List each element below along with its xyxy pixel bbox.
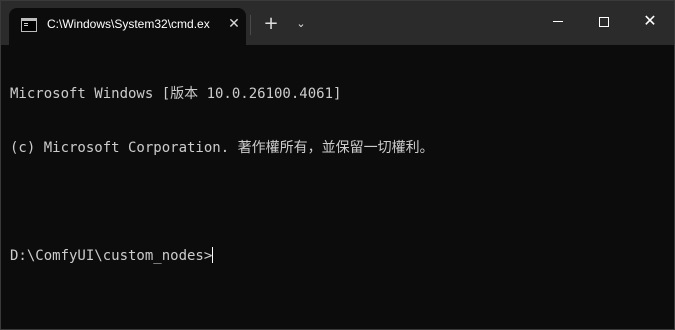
close-window-button[interactable]: ✕	[627, 1, 673, 43]
tab-cmd[interactable]: C:\Windows\System32\cmd.exe ✕	[9, 8, 246, 45]
title-bar[interactable]: C:\Windows\System32\cmd.exe ✕ + ⌄ ✕	[1, 1, 674, 45]
tab-title: C:\Windows\System32\cmd.exe	[47, 17, 210, 31]
command-prompt-icon	[21, 18, 37, 32]
console-line-copyright: (c) Microsoft Corporation. 著作權所有，並保留一切權利…	[10, 140, 434, 156]
minimize-icon	[553, 21, 563, 22]
console-output[interactable]: Microsoft Windows [版本 10.0.26100.4061] (…	[10, 49, 660, 301]
console-prompt-line[interactable]: D:\ComfyUI\custom_nodes>	[10, 247, 660, 265]
chevron-down-icon[interactable]: ⌄	[290, 13, 312, 35]
minimize-button[interactable]	[535, 1, 581, 43]
command-prompt: D:\ComfyUI\custom_nodes>	[10, 248, 213, 264]
tab-divider	[250, 15, 251, 35]
terminal-window: C:\Windows\System32\cmd.exe ✕ + ⌄ ✕ Micr…	[0, 0, 675, 330]
close-icon: ✕	[643, 11, 657, 30]
console-line-version: Microsoft Windows [版本 10.0.26100.4061]	[10, 86, 342, 102]
text-cursor	[212, 247, 214, 263]
maximize-icon	[599, 17, 609, 27]
new-tab-button[interactable]: +	[260, 13, 282, 35]
maximize-button[interactable]	[581, 1, 627, 43]
close-tab-icon[interactable]: ✕	[225, 14, 243, 34]
